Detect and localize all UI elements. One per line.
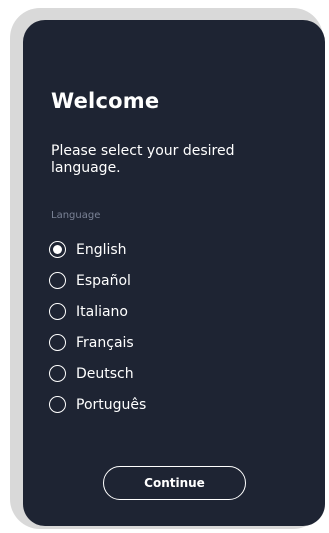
language-option-label: English [76,241,127,258]
language-option-italian[interactable]: Italiano [49,296,146,327]
radio-button[interactable] [49,272,66,289]
continue-button[interactable]: Continue [103,466,246,500]
language-option-french[interactable]: Français [49,327,146,358]
radio-button[interactable] [49,365,66,382]
language-radio-group: English Español Italiano Français Deutsc… [49,234,146,420]
language-option-portuguese[interactable]: Português [49,389,146,420]
radio-button[interactable] [49,396,66,413]
language-option-label: Español [76,272,131,289]
language-option-label: Français [76,334,134,351]
language-option-label: Deutsch [76,365,134,382]
page-title: Welcome [51,89,160,113]
language-section-label: Language [51,210,101,221]
page-subtitle: Please select your desired language. [51,143,235,176]
radio-button[interactable] [49,303,66,320]
language-option-label: Italiano [76,303,128,320]
radio-button[interactable] [49,334,66,351]
language-option-label: Português [76,396,147,413]
language-option-spanish[interactable]: Español [49,265,146,296]
language-selection-screen: Welcome Please select your desired langu… [23,20,325,526]
radio-selected-dot [53,245,62,254]
radio-button[interactable] [49,241,66,258]
language-option-english[interactable]: English [49,234,146,265]
language-option-german[interactable]: Deutsch [49,358,146,389]
